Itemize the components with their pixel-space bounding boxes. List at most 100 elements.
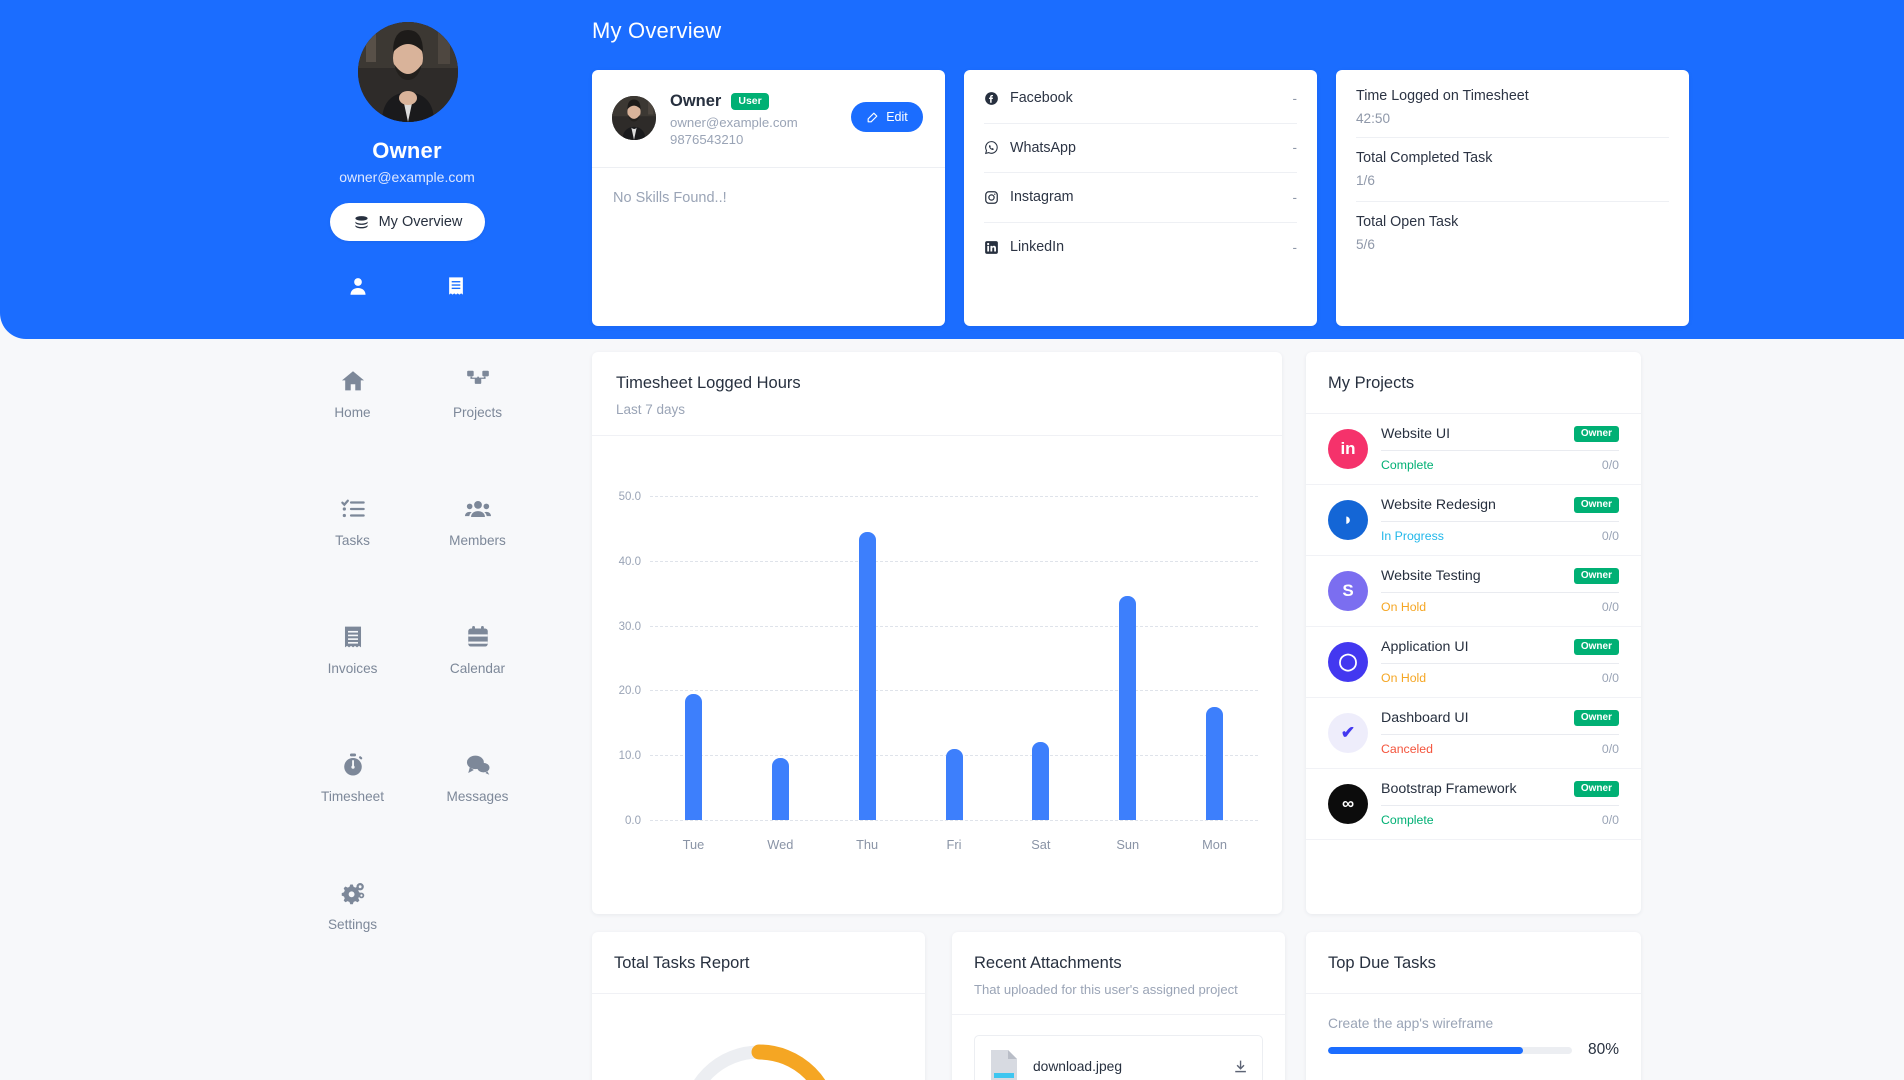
sidebar-item-timesheet[interactable]: Timesheet: [290, 752, 415, 804]
settings-icon: [341, 883, 364, 905]
chart-bar-column: Mon: [1171, 496, 1258, 852]
sidebar-label: Home: [334, 405, 371, 420]
project-botline: On Hold 0/0: [1381, 671, 1619, 685]
top-due-tasks-card: Top Due Tasks Create the app's wireframe…: [1306, 932, 1641, 1080]
donut-svg: [679, 1044, 838, 1080]
owner-badge: Owner: [1573, 568, 1619, 584]
profile-card-nameline: Owner User: [670, 92, 837, 111]
sidebar-item-invoices[interactable]: Invoices: [290, 624, 415, 676]
sidebar-label: Invoices: [327, 661, 378, 676]
project-row[interactable]: ∞ Bootstrap Framework Owner Complete 0/0: [1306, 769, 1641, 840]
chart-bar[interactable]: [684, 693, 702, 820]
divider: [1381, 450, 1619, 451]
my-overview-button[interactable]: My Overview: [330, 203, 485, 241]
project-row[interactable]: S Website Testing Owner On Hold 0/0: [1306, 556, 1641, 627]
bootstrap-icon: ∞: [1328, 784, 1368, 824]
social-value: -: [1292, 90, 1298, 106]
profile-card-name: Owner: [670, 92, 722, 110]
sidebar-item-home[interactable]: Home: [290, 368, 415, 420]
attachment-item[interactable]: download.jpeg: [974, 1035, 1263, 1080]
invision-icon: in: [1328, 429, 1368, 469]
members-icon: [464, 500, 491, 518]
stat-time-logged: Time Logged on Timesheet 42:50: [1356, 70, 1669, 138]
page-title: My Overview: [592, 18, 722, 43]
sidebar-item-members[interactable]: Members: [415, 496, 540, 548]
chart-x-tick: Tue: [682, 837, 705, 852]
project-topline: Dashboard UI Owner: [1381, 710, 1619, 726]
user-icon[interactable]: [347, 275, 369, 297]
sidebar-item-tasks[interactable]: Tasks: [290, 496, 415, 548]
sidebar-item-settings[interactable]: Settings: [290, 880, 415, 932]
stat-value: 42:50: [1356, 110, 1391, 126]
stat-completed-task: Total Completed Task 1/6: [1356, 138, 1669, 202]
edit-button[interactable]: Edit: [851, 102, 923, 132]
divider: [1381, 592, 1619, 593]
project-name: Application UI: [1381, 639, 1469, 655]
divider: [1381, 734, 1619, 735]
sidebar-item-projects[interactable]: Projects: [415, 368, 540, 420]
stat-label: Total Open Task: [1356, 214, 1459, 231]
dashboard-page: Owner owner@example.com My Overview My O…: [0, 0, 1904, 1080]
chart-bar[interactable]: [945, 748, 963, 820]
recent-attachments-title: Recent Attachments: [974, 954, 1122, 972]
project-row[interactable]: in Website UI Owner Complete 0/0: [1306, 414, 1641, 485]
instagram-icon: [985, 190, 998, 204]
social-links-card: Facebook - WhatsApp - Instagram - Linked…: [964, 70, 1317, 326]
due-task-item[interactable]: Create the app's wireframe 80%: [1306, 994, 1641, 1059]
social-row-linkedin[interactable]: LinkedIn -: [984, 223, 1297, 273]
project-row[interactable]: ✔ Dashboard UI Owner Canceled 0/0: [1306, 698, 1641, 769]
sidebar-item-messages[interactable]: Messages: [415, 752, 540, 804]
chart-header: Timesheet Logged Hours Last 7 days: [592, 352, 1282, 436]
vuejs-icon: ✔: [1328, 713, 1368, 753]
chart-bar[interactable]: [1032, 742, 1050, 820]
project-topline: Website Redesign Owner: [1381, 497, 1619, 513]
project-row[interactable]: ◯ Application UI Owner On Hold 0/0: [1306, 627, 1641, 698]
project-botline: Canceled 0/0: [1381, 742, 1619, 756]
chart-bar[interactable]: [858, 531, 876, 820]
chart-bar[interactable]: [1206, 706, 1224, 820]
project-botline: Complete 0/0: [1381, 813, 1619, 827]
project-status: Canceled: [1381, 742, 1433, 756]
project-name: Website Testing: [1381, 568, 1481, 584]
facebook-icon: [985, 91, 998, 105]
sidebar-label: Calendar: [449, 661, 506, 676]
social-row-whatsapp[interactable]: WhatsApp -: [984, 124, 1297, 173]
sidebar-label: Members: [449, 533, 506, 548]
total-tasks-report-title: Total Tasks Report: [592, 932, 925, 994]
project-body: Dashboard UI Owner Canceled 0/0: [1381, 710, 1619, 756]
ghost-icon: ◯: [1328, 642, 1368, 682]
my-overview-label: My Overview: [378, 214, 463, 230]
project-topline: Application UI Owner: [1381, 639, 1619, 655]
project-body: Website Redesign Owner In Progress 0/0: [1381, 497, 1619, 543]
recent-attachments-header: Recent Attachments That uploaded for thi…: [952, 932, 1285, 1015]
projects-icon: [466, 370, 489, 384]
social-row-instagram[interactable]: Instagram -: [984, 173, 1297, 223]
social-row-facebook[interactable]: Facebook -: [984, 74, 1297, 124]
download-icon[interactable]: [1233, 1059, 1248, 1074]
social-label: LinkedIn: [1010, 239, 1065, 256]
chart-gridline: 0.0: [625, 815, 1258, 827]
avatar-photo: [358, 22, 458, 122]
sidebar-label: Messages: [446, 789, 509, 804]
project-body: Bootstrap Framework Owner Complete 0/0: [1381, 781, 1619, 827]
chart-bar[interactable]: [771, 758, 789, 820]
invoice-icon[interactable]: [445, 275, 467, 297]
social-label: Instagram: [1010, 189, 1074, 206]
project-body: Application UI Owner On Hold 0/0: [1381, 639, 1619, 685]
social-value: -: [1292, 239, 1298, 255]
project-row[interactable]: ◗ Website Redesign Owner In Progress 0/0: [1306, 485, 1641, 556]
sidebar-item-calendar[interactable]: Calendar: [415, 624, 540, 676]
profile-card-top: Owner User owner@example.com 9876543210 …: [592, 70, 945, 147]
top-card-row: Owner User owner@example.com 9876543210 …: [592, 70, 1689, 326]
project-topline: Bootstrap Framework Owner: [1381, 781, 1619, 797]
recent-attachments-subtitle: That uploaded for this user's assigned p…: [974, 982, 1238, 997]
stat-value: 1/6: [1356, 173, 1375, 189]
recent-attachments-card: Recent Attachments That uploaded for thi…: [952, 932, 1285, 1080]
chart-bar[interactable]: [1119, 596, 1137, 820]
social-label: Facebook: [1010, 90, 1073, 107]
due-task-progress: 80%: [1328, 1041, 1619, 1059]
total-tasks-report-card: Total Tasks Report: [592, 932, 925, 1080]
social-value: -: [1292, 189, 1298, 205]
project-task-count: 0/0: [1601, 458, 1619, 472]
my-projects-card: My Projects in Website UI Owner Complete 0/0…: [1306, 352, 1641, 914]
